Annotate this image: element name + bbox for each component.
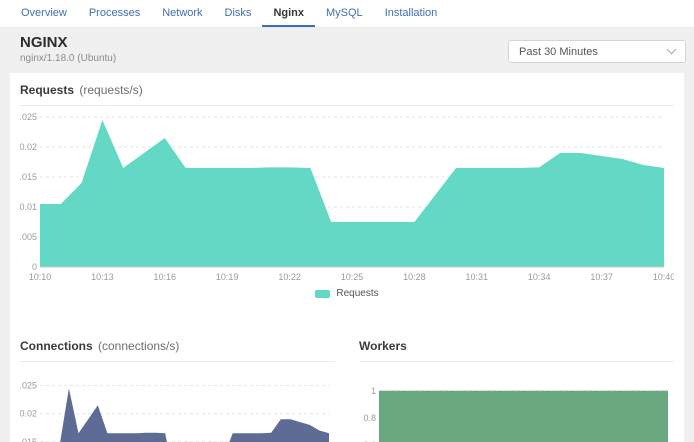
tab-installation[interactable]: Installation [374, 1, 449, 27]
svg-text:0.01: 0.01 [20, 202, 37, 212]
svg-text:0.025: 0.025 [20, 381, 37, 391]
time-range-select[interactable]: Past 30 Minutes [508, 40, 686, 63]
content-card: Requests (requests/s) 0.025 0.02 0.015 0.01… [10, 73, 684, 442]
time-range-value: Past 30 Minutes [519, 46, 598, 58]
requests-unit-text: (requests/s) [79, 83, 142, 97]
svg-text:0.8: 0.8 [363, 413, 376, 423]
connections-chart-title: Connections (connections/s) [20, 339, 335, 354]
svg-text:1: 1 [371, 386, 376, 396]
divider [359, 361, 674, 362]
page-title-block: NGINX nginx/1.18.0 (Ubuntu) [20, 34, 116, 65]
svg-text:10:34: 10:34 [528, 272, 551, 282]
page-header: NGINX nginx/1.18.0 (Ubuntu) Past 30 Minu… [0, 28, 694, 73]
requests-chart-section: Requests (requests/s) 0.025 0.02 0.015 0.01… [20, 83, 674, 299]
tab-disks[interactable]: Disks [214, 1, 263, 27]
svg-text:0: 0 [32, 262, 37, 272]
workers-chart-section: Workers 10.80.60.40.2010:1010:1310:1610:… [359, 339, 674, 442]
svg-text:0.02: 0.02 [20, 142, 37, 152]
svg-text:10:13: 10:13 [91, 272, 114, 282]
connections-title-text: Connections [20, 339, 93, 353]
svg-text:10:40: 10:40 [653, 272, 674, 282]
svg-text:10:28: 10:28 [403, 272, 426, 282]
chevron-down-icon [667, 45, 677, 55]
requests-legend-swatch [315, 290, 330, 298]
page-subtitle: nginx/1.18.0 (Ubuntu) [20, 52, 116, 65]
requests-legend-item[interactable]: Requests [315, 288, 378, 299]
workers-title-text: Workers [359, 339, 407, 353]
tab-mysql[interactable]: MySQL [315, 1, 374, 27]
svg-text:0.02: 0.02 [20, 409, 37, 419]
svg-text:0.015: 0.015 [20, 172, 37, 182]
divider [20, 361, 335, 362]
bottom-charts-row: Connections (connections/s) 0.025 0.02 0.0… [20, 339, 674, 442]
tab-network[interactable]: Network [151, 1, 213, 27]
requests-chart[interactable]: 0.025 0.02 0.015 0.01 0.005 010:10 10:13 10:16 1… [20, 107, 674, 285]
requests-chart-title: Requests (requests/s) [20, 83, 674, 98]
divider [20, 105, 674, 106]
workers-chart[interactable]: 10.80.60.40.2010:1010:1310:1610:1910:221… [359, 370, 674, 442]
connections-chart[interactable]: 0.0250.020.0150.010.005010:1010:1310:161… [20, 370, 335, 442]
svg-text:0.015: 0.015 [20, 437, 37, 442]
svg-text:10:16: 10:16 [154, 272, 177, 282]
workers-chart-title: Workers [359, 339, 674, 354]
svg-text:10:31: 10:31 [466, 272, 489, 282]
svg-text:10:25: 10:25 [341, 272, 364, 282]
svg-text:10:37: 10:37 [590, 272, 613, 282]
page-title: NGINX [20, 34, 116, 52]
connections-unit-text: (connections/s) [98, 339, 179, 353]
svg-text:0.025: 0.025 [20, 112, 37, 122]
tab-overview[interactable]: Overview [10, 1, 78, 27]
app-root: Overview Processes Network Disks Nginx M… [0, 0, 694, 442]
requests-chart-legend: Requests [20, 288, 674, 299]
svg-text:10:22: 10:22 [278, 272, 301, 282]
svg-text:10:19: 10:19 [216, 272, 239, 282]
requests-legend-label: Requests [336, 288, 378, 299]
svg-text:10:10: 10:10 [29, 272, 52, 282]
connections-chart-section: Connections (connections/s) 0.025 0.02 0.0… [20, 339, 335, 442]
svg-text:0.005: 0.005 [20, 232, 37, 242]
tab-nginx[interactable]: Nginx [262, 1, 315, 27]
top-nav: Overview Processes Network Disks Nginx M… [0, 0, 694, 28]
requests-title-text: Requests [20, 83, 74, 97]
tab-processes[interactable]: Processes [78, 1, 151, 27]
